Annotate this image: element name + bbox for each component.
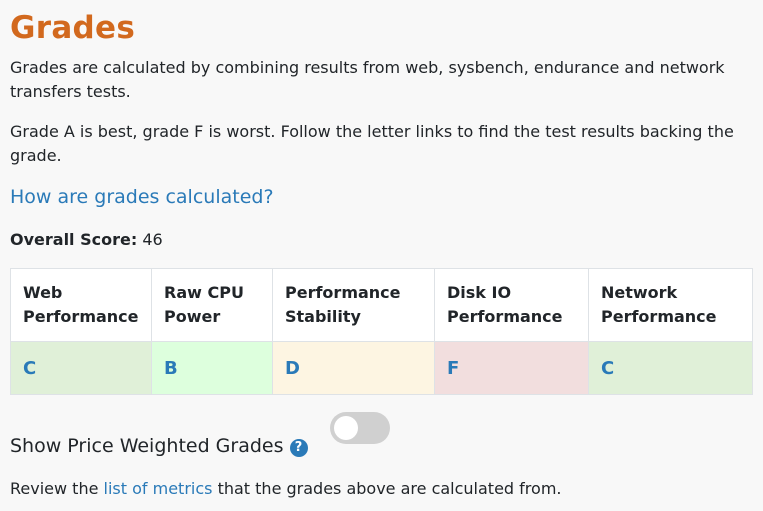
grade-cell-cpu: B <box>151 341 273 395</box>
grade-link-web[interactable]: C <box>23 358 36 379</box>
header-performance-stability: Performance Stability <box>272 268 435 342</box>
grades-table: Web Performance Raw CPU Power Performanc… <box>10 268 753 395</box>
review-suffix: that the grades above are calculated fro… <box>217 479 562 498</box>
grade-cell-disk: F <box>434 341 589 395</box>
review-metrics-text: Review the list of metrics that the grad… <box>10 477 561 501</box>
header-disk-io-performance: Disk IO Performance <box>434 268 589 342</box>
intro-paragraph: Grades are calculated by combining resul… <box>10 58 725 101</box>
header-raw-cpu-power: Raw CPU Power <box>151 268 273 342</box>
header-network-performance: Network Performance <box>588 268 753 342</box>
grade-cell-stability: D <box>272 341 435 395</box>
overall-score-label: Overall Score: <box>10 230 138 249</box>
price-weighted-label: Show Price Weighted Grades? <box>10 433 308 459</box>
toggle-knob <box>334 416 358 440</box>
price-weighted-toggle[interactable] <box>330 412 390 444</box>
grade-link-disk[interactable]: F <box>447 358 459 379</box>
grade-cell-web: C <box>10 341 152 395</box>
how-grades-calculated-link[interactable]: How are grades calculated? <box>10 184 274 210</box>
page-title: Grades <box>10 10 136 46</box>
grade-cell-network: C <box>588 341 753 395</box>
grade-link-cpu[interactable]: B <box>164 358 178 379</box>
list-of-metrics-link[interactable]: list of metrics <box>104 479 213 498</box>
price-weighted-label-text: Show Price Weighted Grades <box>10 435 284 457</box>
grades-value-row: C B D F C <box>10 341 753 395</box>
question-circle-icon[interactable]: ? <box>289 439 308 457</box>
grade-link-stability[interactable]: D <box>285 358 300 379</box>
header-web-performance: Web Performance <box>10 268 152 342</box>
grade-explanation: Grade A is best, grade F is worst. Follo… <box>10 122 734 165</box>
grades-header-row: Web Performance Raw CPU Power Performanc… <box>10 268 753 342</box>
overall-score-value: 46 <box>142 230 163 249</box>
overall-score: Overall Score: 46 <box>10 228 163 252</box>
grade-link-network[interactable]: C <box>601 358 614 379</box>
review-prefix: Review the <box>10 479 99 498</box>
